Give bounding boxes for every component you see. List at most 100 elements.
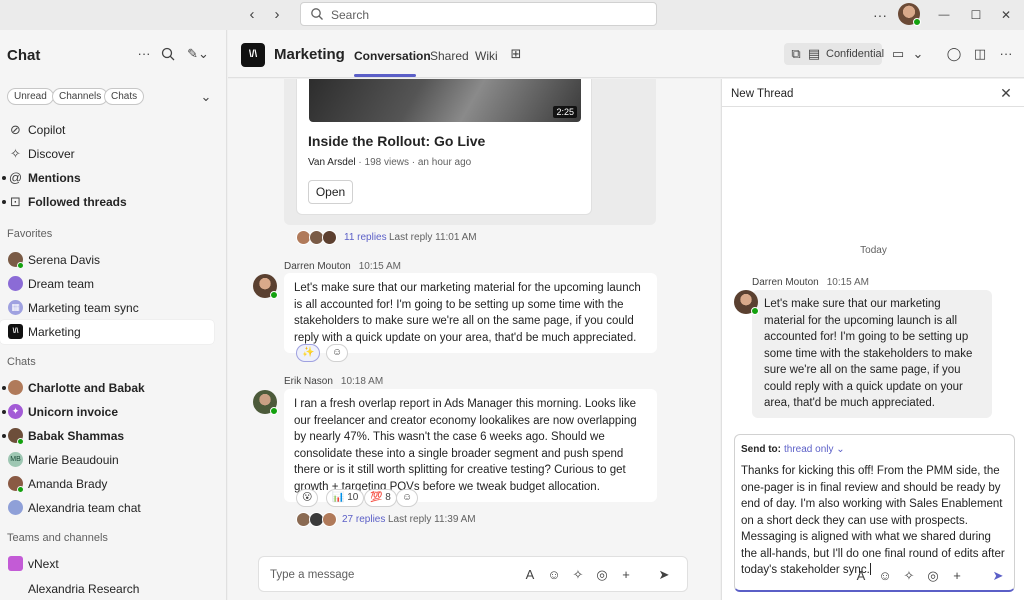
chevron-down-icon[interactable]: ⌄ (910, 46, 926, 62)
close-icon[interactable]: ✕ (996, 4, 1016, 26)
message-compose-box[interactable]: Type a message A ☺ ✧ ◎ + ➤ (258, 556, 688, 592)
filter-chats[interactable]: Chats (104, 88, 145, 105)
sparkle-icon: ✧ (10, 146, 21, 161)
thread-reply-box[interactable]: Send to: thread only ⌄ Thanks for kicking… (734, 434, 1015, 592)
copy-icon: ⧉ (791, 46, 801, 61)
reply-count[interactable]: 11 replies (344, 232, 387, 243)
back-arrow-icon[interactable]: ‹ (243, 6, 261, 24)
send-to-selector[interactable]: Send to: thread only ⌄ (741, 444, 845, 455)
reply-count[interactable]: 27 replies (342, 514, 385, 525)
filter-unread[interactable]: Unread (7, 88, 54, 105)
add-reaction-icon[interactable]: ☺ (326, 344, 349, 362)
sidebar-item-charlotte-and-babak[interactable]: Charlotte and Babak (0, 376, 214, 400)
send-to-value: thread only (784, 444, 834, 455)
thread-replies-summary[interactable]: 27 replies Last reply 11:39 AM (296, 512, 596, 528)
filter-channels[interactable]: Channels (52, 88, 109, 105)
chevron-down-icon[interactable]: ⌄ (198, 89, 214, 105)
sensitivity-text: Confidential (826, 48, 885, 60)
tab-conversation[interactable]: Conversation (354, 49, 431, 63)
send-icon[interactable]: ➤ (990, 568, 1006, 584)
sidebar-item-alexandria-research[interactable]: Alexandria Research (0, 577, 214, 600)
sidebar-item-alexandria-team-chat[interactable]: Alexandria team chat (0, 496, 214, 520)
reaction-chip[interactable]: 💯 8 (364, 489, 397, 507)
format-icon[interactable]: A (522, 567, 538, 583)
sidebar-item-label: Marketing (28, 325, 81, 339)
pane-title: Chat (7, 47, 41, 64)
more-options-icon[interactable]: ··· (136, 46, 152, 62)
sidebar-item-mentions[interactable]: @ Mentions (0, 166, 214, 190)
sidebar-item-amanda-brady[interactable]: Amanda Brady (0, 472, 214, 496)
message-time: 10:18 AM (340, 376, 384, 387)
chats-heading: Chats (7, 356, 36, 368)
close-icon[interactable]: ✕ (998, 85, 1014, 101)
sensitivity-label[interactable]: ⧉ ▤ Confidential (784, 43, 885, 65)
loop-icon[interactable]: ◎ (925, 568, 941, 584)
text-caret (869, 563, 871, 575)
copilot-icon: ⊘ (10, 122, 21, 137)
attach-plus-icon[interactable]: + (949, 568, 965, 584)
add-reaction-icon[interactable]: ☺ (396, 489, 419, 507)
active-tab-indicator (354, 74, 416, 77)
thread-replies-summary[interactable]: 11 replies Last reply 11:01 AM (296, 230, 596, 246)
card-stats: · 198 views · an hour ago (355, 157, 472, 168)
send-icon[interactable]: ➤ (656, 567, 672, 583)
open-button[interactable]: Open (308, 180, 353, 204)
reply-draft[interactable]: Thanks for kicking this off! From the PM… (741, 463, 1009, 579)
reaction-chip[interactable]: 📊 10 (326, 489, 365, 507)
format-icon[interactable]: A (853, 568, 869, 584)
sidebar-item-serena-davis[interactable]: Serena Davis (0, 248, 214, 272)
chat-list-pane: Chat ··· ✎⌄ Unread Channels Chats ⌄ ⊘ Co… (0, 30, 227, 600)
chat-icon[interactable]: ◯ (946, 46, 962, 62)
reaction-sparkle[interactable]: ✨ (296, 344, 321, 362)
copilot-sparkle-icon[interactable]: ✧ (570, 567, 586, 583)
sidebar-item-babak-shammas[interactable]: Babak Shammas (0, 424, 214, 448)
unread-dot (2, 386, 6, 390)
loop-icon[interactable]: ◎ (594, 567, 610, 583)
sidebar-item-unicorn-invoice[interactable]: ✦ Unicorn invoice (0, 400, 214, 424)
minimize-icon[interactable]: — (934, 4, 954, 26)
message-header: Darren Mouton 10:15 AM (752, 277, 869, 288)
message-author: Darren Mouton (752, 277, 819, 288)
message-body: I ran a fresh overlap report in Ads Mana… (284, 389, 657, 502)
maximize-icon[interactable]: ☐ (966, 4, 986, 26)
attach-plus-icon[interactable]: + (618, 567, 634, 583)
sidebar-item-copilot[interactable]: ⊘ Copilot (0, 118, 214, 142)
sidebar-item-followed-threads[interactable]: ⊡ Followed threads (0, 190, 214, 214)
sidebar-item-discover[interactable]: ✧ Discover (0, 142, 214, 166)
unread-dot (2, 200, 6, 204)
add-tab-icon[interactable]: ⊞ (508, 46, 524, 62)
sidebar-item-label: Unicorn invoice (28, 405, 119, 419)
presence-available-icon (913, 18, 921, 26)
sidebar-item-marketing[interactable]: \/\ Marketing (0, 320, 214, 344)
date-divider: Today (860, 245, 887, 256)
emoji-icon[interactable]: ☺ (877, 568, 893, 584)
tab-shared[interactable]: Shared (430, 49, 469, 63)
sidebar-item-marie-beaudouin[interactable]: MB Marie Beaudouin (0, 448, 214, 472)
more-icon[interactable]: ··· (870, 4, 890, 26)
threads-icon: ⊡ (10, 194, 21, 209)
reaction-chip[interactable]: 😮 (296, 489, 319, 507)
side-panel-icon[interactable]: ◫ (972, 46, 988, 62)
forward-arrow-icon[interactable]: › (268, 6, 286, 24)
card-title: Inside the Rollout: Go Live (308, 133, 486, 149)
sidebar-item-vnext[interactable]: vNext (0, 552, 214, 576)
at-icon: @ (8, 170, 23, 185)
search-box[interactable]: Search (300, 2, 657, 26)
emoji-icon[interactable]: ☺ (546, 567, 562, 583)
more-options-icon[interactable]: ··· (998, 46, 1014, 62)
video-call-icon[interactable]: ▭ (890, 46, 906, 62)
copilot-sparkle-icon[interactable]: ✧ (901, 568, 917, 584)
team-icon (8, 556, 23, 571)
video-thumbnail[interactable]: 2:25 (309, 79, 581, 122)
teams-heading: Teams and channels (7, 532, 108, 544)
search-icon[interactable] (160, 46, 176, 62)
sidebar-item-label: Mentions (28, 171, 81, 185)
sidebar-item-label: Followed threads (28, 195, 127, 209)
reaction-count: 10 (347, 492, 359, 503)
new-chat-icon[interactable]: ✎⌄ (186, 46, 210, 62)
profile-avatar[interactable] (898, 3, 921, 26)
sidebar-item-marketing-team-sync[interactable]: ▦ Marketing team sync (0, 296, 214, 320)
sidebar-item-dream-team[interactable]: Dream team (0, 272, 214, 296)
message-body: Let's make sure that our marketing mater… (764, 298, 973, 409)
tab-wiki[interactable]: Wiki (475, 49, 498, 63)
